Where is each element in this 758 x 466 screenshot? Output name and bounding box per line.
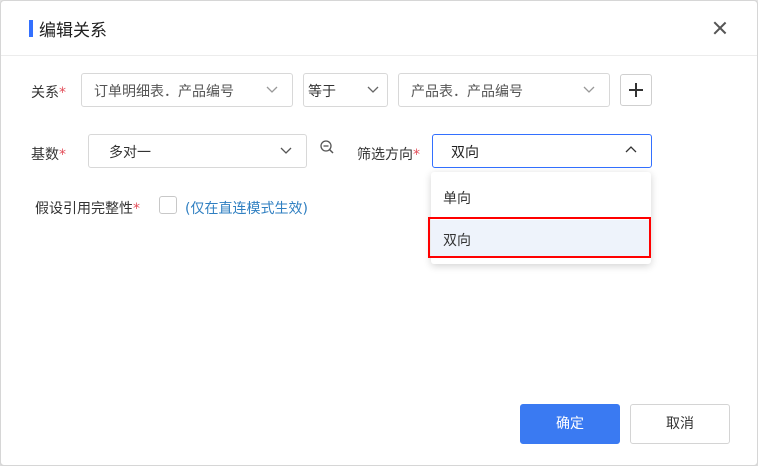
filter-direction-dropdown: 单向 双向	[431, 172, 651, 264]
cardinality-value: 多对一	[109, 145, 151, 161]
direct-mode-hint[interactable]: (仅在直连模式生效)	[185, 198, 308, 218]
option-label: 双向	[443, 233, 471, 249]
confirm-button[interactable]: 确定	[520, 404, 620, 444]
integrity-label: 假设引用完整性*	[35, 198, 140, 218]
required-mark: *	[59, 147, 66, 163]
chevron-down-icon	[280, 144, 292, 156]
close-icon[interactable]	[713, 21, 727, 35]
relation-label-text: 关系	[31, 85, 59, 101]
chevron-down-icon	[266, 83, 278, 95]
operator-value: 等于	[308, 84, 336, 100]
filter-direction-value: 双向	[451, 145, 479, 161]
chevron-up-icon	[625, 144, 637, 156]
cancel-button[interactable]: 取消	[630, 404, 730, 444]
chevron-down-icon	[583, 83, 595, 95]
operator-select[interactable]: 等于	[303, 73, 388, 107]
required-mark: *	[133, 201, 140, 217]
dialog-header: 编辑关系	[1, 1, 757, 56]
cardinality-label: 基数*	[31, 144, 66, 164]
title-accent-bar	[29, 20, 33, 37]
option-one-way[interactable]: 单向	[431, 178, 651, 216]
add-relation-button[interactable]	[620, 74, 652, 106]
dialog-title: 编辑关系	[39, 21, 107, 41]
zoom-out-icon[interactable]	[318, 139, 336, 157]
filter-direction-label-text: 筛选方向	[357, 147, 413, 163]
cardinality-label-text: 基数	[31, 147, 59, 163]
chevron-down-icon	[367, 83, 379, 95]
cardinality-select[interactable]: 多对一	[88, 134, 307, 168]
left-field-select[interactable]: 订单明细表．产品编号	[81, 73, 293, 107]
option-label: 单向	[443, 191, 471, 207]
left-field-value: 订单明细表．产品编号	[94, 84, 234, 100]
edit-relation-dialog: 编辑关系 关系* 订单明细表．产品编号 等于 产品表．产品编号 基数* 多对一	[0, 0, 758, 466]
integrity-checkbox[interactable]	[159, 196, 177, 214]
integrity-label-text: 假设引用完整性	[35, 201, 133, 217]
filter-direction-label: 筛选方向*	[357, 144, 420, 164]
required-mark: *	[413, 147, 420, 163]
filter-direction-select[interactable]: 双向	[432, 134, 652, 168]
right-field-value: 产品表．产品编号	[411, 84, 523, 100]
required-mark: *	[59, 85, 66, 101]
relation-label: 关系*	[31, 82, 66, 102]
right-field-select[interactable]: 产品表．产品编号	[398, 73, 610, 107]
option-two-way[interactable]: 双向	[431, 220, 651, 258]
